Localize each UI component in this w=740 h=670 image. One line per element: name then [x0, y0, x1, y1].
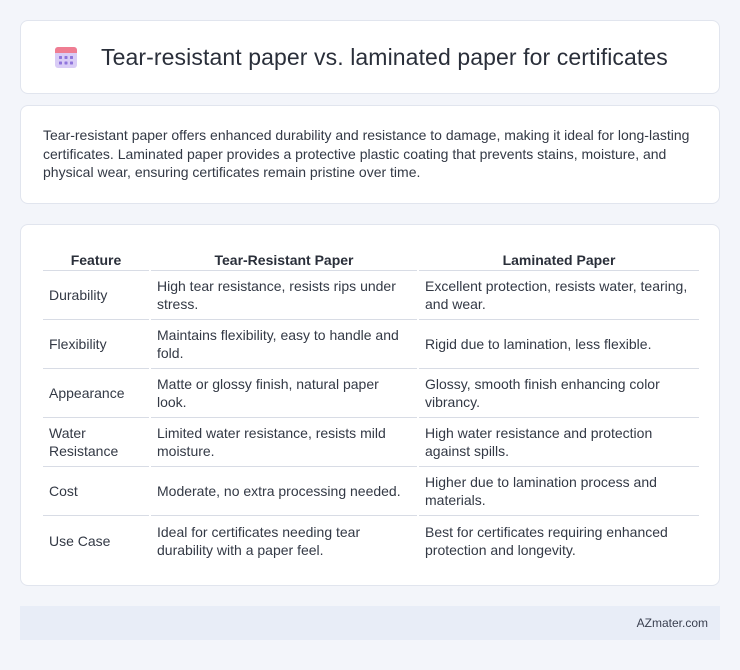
table-row: Use Case Ideal for certificates needing … [43, 516, 699, 565]
laminated-cell: Rigid due to lamination, less flexible. [419, 320, 699, 369]
table-row: Flexibility Maintains flexibility, easy … [43, 320, 699, 369]
laminated-cell: Glossy, smooth finish enhancing color vi… [419, 369, 699, 418]
column-header-laminated: Laminated Paper [419, 245, 699, 271]
intro-paragraph: Tear-resistant paper offers enhanced dur… [43, 127, 690, 180]
footer-bar: AZmater.com [20, 606, 720, 640]
feature-cell: Water Resistance [43, 418, 149, 467]
footer-site-link[interactable]: AZmater.com [637, 616, 708, 630]
comparison-table-card: Feature Tear-Resistant Paper Laminated P… [20, 224, 720, 586]
feature-cell: Use Case [49, 532, 111, 549]
table-row: Water Resistance Limited water resistanc… [43, 418, 699, 467]
table-row: Cost Moderate, no extra processing neede… [43, 467, 699, 516]
comparison-table: Feature Tear-Resistant Paper Laminated P… [41, 245, 701, 565]
tear-resistant-cell: Limited water resistance, resists mild m… [151, 418, 417, 467]
feature-cell: Durability [43, 271, 149, 320]
laminated-cell: Excellent protection, resists water, tea… [419, 271, 699, 320]
feature-cell: Flexibility [43, 320, 149, 369]
table-row: Appearance Matte or glossy finish, natur… [43, 369, 699, 418]
column-header-tear-resistant: Tear-Resistant Paper [151, 245, 417, 271]
intro-card: Tear-resistant paper offers enhanced dur… [20, 105, 720, 204]
feature-cell: Cost [43, 467, 149, 516]
tear-resistant-cell: Ideal for certificates needing tear dura… [157, 523, 361, 558]
column-header-feature: Feature [43, 245, 149, 271]
tear-resistant-cell: Maintains flexibility, easy to handle an… [151, 320, 417, 369]
calendar-icon [55, 47, 77, 68]
laminated-cell: Higher due to lamination process and mat… [419, 467, 699, 516]
table-header-row: Feature Tear-Resistant Paper Laminated P… [43, 245, 699, 271]
page-title: Tear-resistant paper vs. laminated paper… [101, 43, 668, 70]
table-row: Durability High tear resistance, resists… [43, 271, 699, 320]
header-card: Tear-resistant paper vs. laminated paper… [20, 20, 720, 94]
laminated-cell: High water resistance and protection aga… [419, 418, 699, 467]
tear-resistant-cell: Moderate, no extra processing needed. [151, 467, 417, 516]
tear-resistant-cell: High tear resistance, resists rips under… [151, 271, 417, 320]
tear-resistant-cell: Matte or glossy finish, natural paper lo… [151, 369, 417, 418]
feature-cell: Appearance [43, 369, 149, 418]
laminated-cell: Best for certificates requiring enhanced… [425, 523, 668, 558]
